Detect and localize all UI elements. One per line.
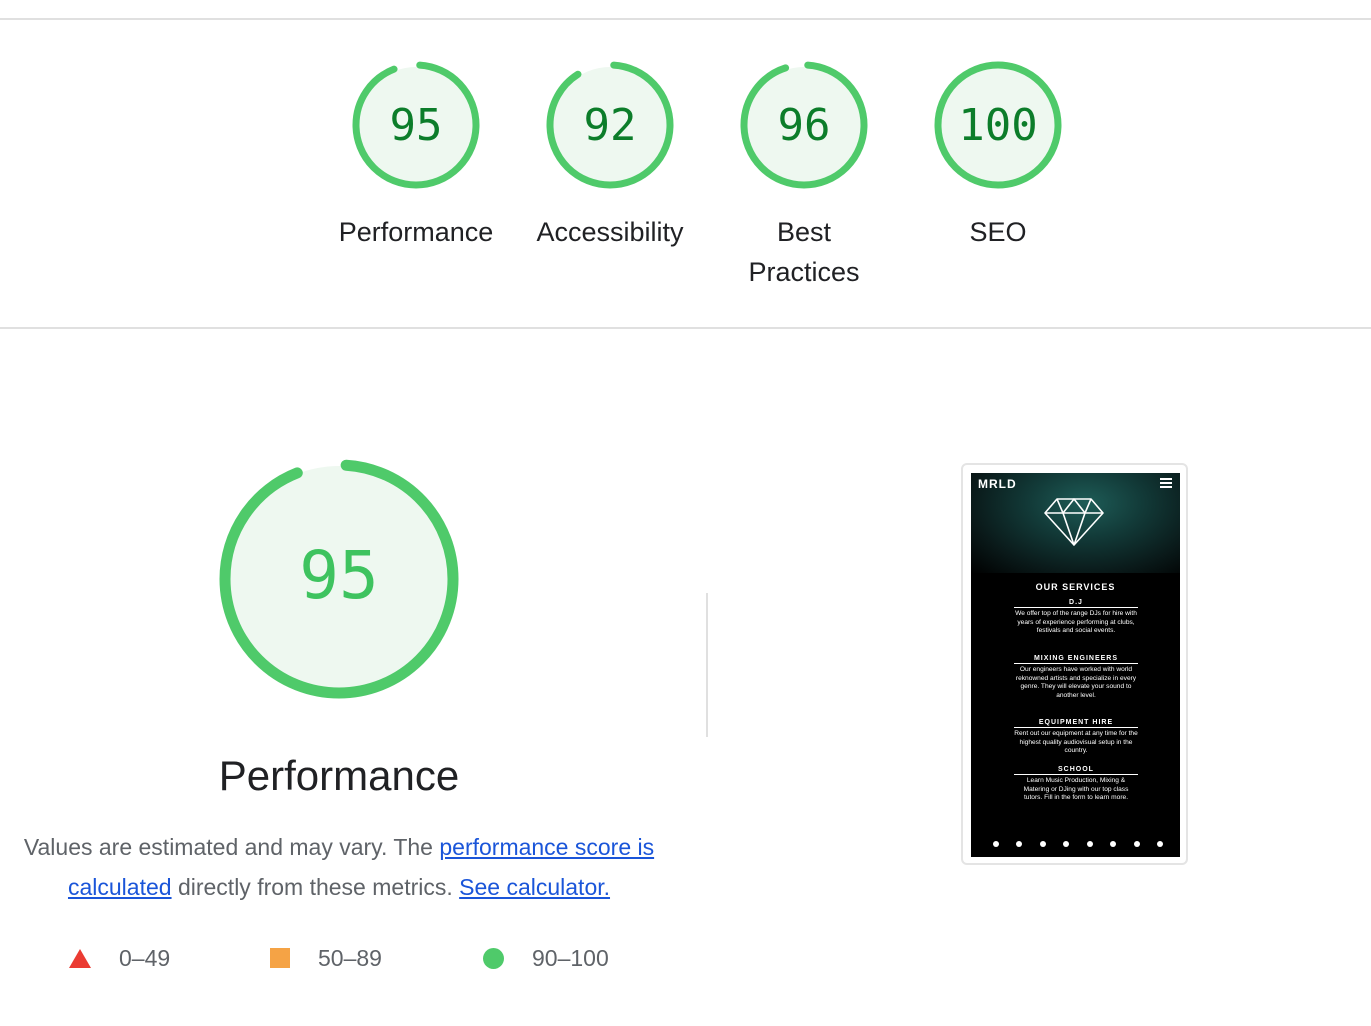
performance-description: Values are estimated and may vary. The p… [18, 827, 660, 907]
gauge-score: 100 [958, 100, 1037, 151]
gauge-seo[interactable]: 100 SEO [903, 60, 1093, 252]
gauge-ring-icon: 95 [352, 61, 480, 189]
performance-ring-icon: 95 [219, 459, 459, 699]
top-divider [0, 18, 1371, 20]
site-brand: MRLD [978, 477, 1017, 491]
legend-range: 0–49 [119, 944, 171, 971]
gauge-best-practices[interactable]: 96 Best Practices [709, 60, 899, 292]
performance-score: 95 [299, 537, 378, 614]
service-heading: EQUIPMENT HIRE [1014, 719, 1138, 728]
legend-pass: 90–100 [483, 940, 609, 976]
gauge-label: Accessibility [536, 217, 684, 247]
performance-gauge: 95 [212, 455, 466, 714]
service-body: Learn Music Production, Mixing & Materin… [1023, 777, 1129, 802]
gauge-score: 92 [584, 100, 637, 151]
service-heading: SCHOOL [1014, 766, 1138, 775]
service-school: SCHOOL Learn Music Production, Mixing & … [1014, 766, 1138, 803]
desc-prefix: Values are estimated and may vary. The [23, 834, 440, 860]
spotify-icon [1086, 841, 1093, 847]
screenshot-image: MRLD OUR SERVICES D.J We offer top of th… [971, 473, 1180, 857]
service-heading: MIXING ENGINEERS [1014, 655, 1138, 664]
service-body: We offer top of the range DJs for hire w… [1015, 610, 1137, 635]
gauge-label: SEO [969, 217, 1027, 247]
final-screenshot[interactable]: MRLD OUR SERVICES D.J We offer top of th… [961, 463, 1188, 865]
circle-icon [483, 947, 504, 969]
category-gauges: 95 Performance 92 Accessibility 96 Best … [0, 60, 1371, 300]
gauge-ring-icon: 92 [546, 61, 674, 189]
service-heading: D.J [1014, 599, 1138, 608]
facebook-icon [1110, 841, 1117, 847]
mail-icon [1039, 841, 1046, 847]
square-icon [270, 948, 290, 968]
desc-middle: directly from these metrics. [171, 874, 460, 900]
legend-range: 50–89 [318, 944, 382, 971]
gauge-score: 96 [778, 100, 831, 151]
social-icons [993, 841, 1163, 847]
soundcloud-icon [1063, 841, 1070, 847]
gauge-score: 95 [390, 100, 443, 151]
hamburger-menu-icon [1160, 478, 1172, 490]
service-body: Our engineers have worked with world rek… [1015, 666, 1137, 699]
gauge-label-line2: Practices [748, 257, 860, 287]
gauge-label-line1: Best [776, 217, 832, 247]
see-calculator-link[interactable]: See calculator. [459, 874, 610, 900]
youtube-icon [1133, 841, 1140, 847]
gauge-label: Performance [338, 217, 494, 247]
service-equipment: EQUIPMENT HIRE Rent out our equipment at… [1014, 719, 1138, 756]
service-mixing: MIXING ENGINEERS Our engineers have work… [1014, 655, 1138, 700]
gauge-performance[interactable]: 95 Performance [321, 60, 511, 252]
gauge-ring-icon: 100 [934, 61, 1062, 189]
section-divider [0, 327, 1371, 329]
gauge-accessibility[interactable]: 92 Accessibility [515, 60, 705, 252]
diamond-logo-icon [1044, 498, 1104, 546]
services-title: OUR SERVICES [1035, 582, 1116, 592]
gauge-label: Best Practices [709, 212, 899, 292]
triangle-icon [69, 948, 91, 968]
service-body: Rent out our equipment at any time for t… [1014, 730, 1138, 755]
legend-range: 90–100 [532, 944, 609, 971]
performance-title: Performance [218, 752, 460, 799]
vertical-divider [706, 593, 708, 737]
gauge-ring-icon: 96 [740, 61, 868, 189]
phone-icon [993, 841, 999, 847]
location-icon [1016, 841, 1023, 847]
legend-fail: 0–49 [69, 940, 170, 976]
service-dj: D.J We offer top of the range DJs for hi… [1014, 599, 1138, 636]
legend-average: 50–89 [270, 940, 382, 976]
instagram-icon [1156, 841, 1163, 847]
